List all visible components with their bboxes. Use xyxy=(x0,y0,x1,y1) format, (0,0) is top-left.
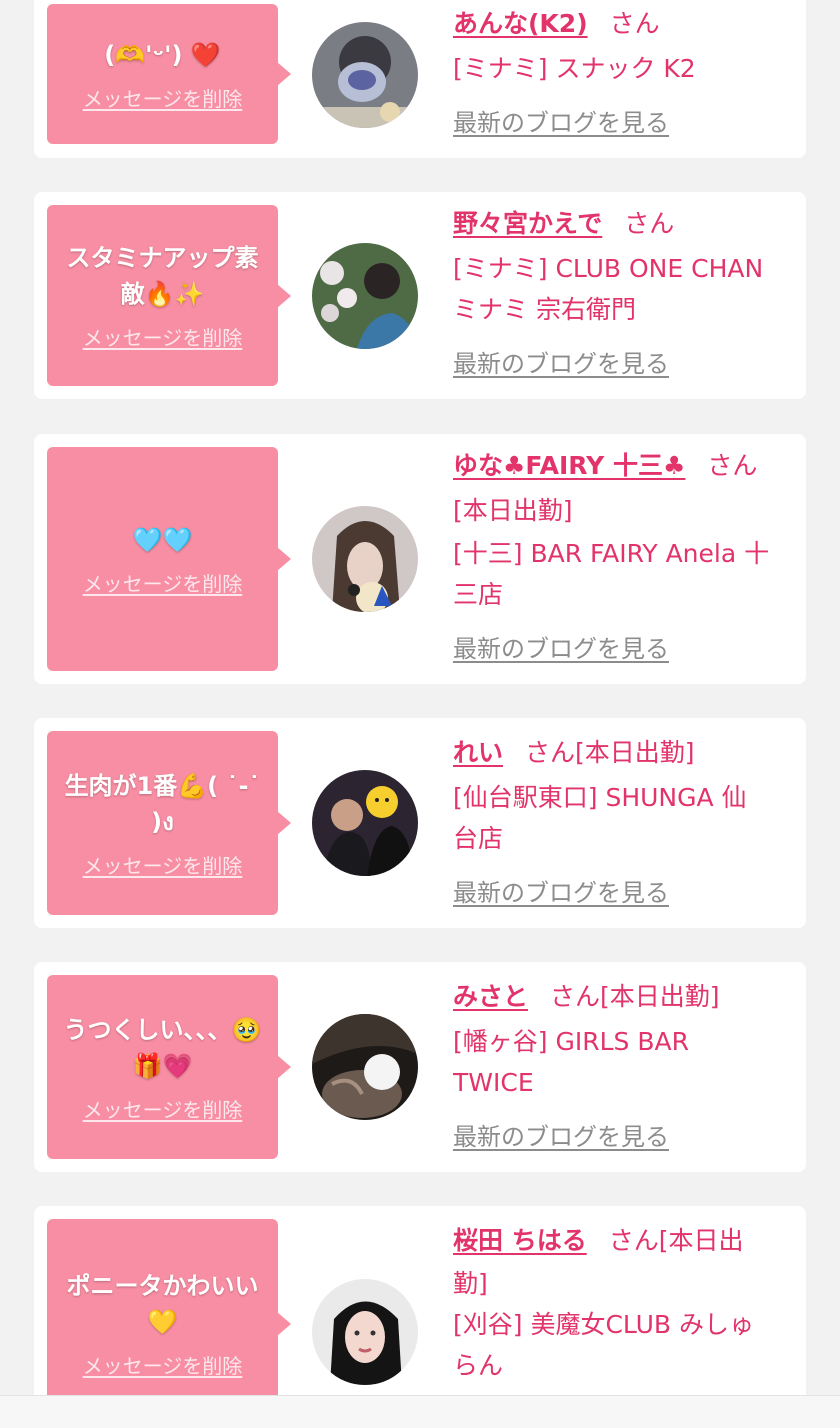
honorific: さん xyxy=(550,982,601,1011)
message-bubble: (🫶'ᵕ') ❤️ メッセージを削除 xyxy=(47,4,278,144)
cast-name-link[interactable]: れい xyxy=(453,738,503,767)
shop-line: 台店 xyxy=(453,824,504,853)
message-card: うつくしい、、、🥹🎁💗 メッセージを削除 みさと さん[本日出勤] [幡ヶ谷] G… xyxy=(34,962,806,1172)
honorific: さん xyxy=(525,738,576,767)
cast-name-link[interactable]: ゆな♣FAIRY 十三♣ xyxy=(453,451,685,480)
message-card: 生肉が1番💪( ˙-˙ )ง メッセージを削除 れい さん[本日出勤] [仙台駅東… xyxy=(34,718,806,928)
message-text: (🫶'ᵕ') ❤️ xyxy=(104,40,221,69)
delete-message-link[interactable]: メッセージを削除 xyxy=(83,850,243,879)
shop-line: [十三] BAR FAIRY Anela 十 xyxy=(453,539,770,568)
message-bubble: うつくしい、、、🥹🎁💗 メッセージを削除 xyxy=(47,975,278,1159)
cast-name-link[interactable]: あんな(K2) xyxy=(453,9,588,38)
cast-avatar[interactable] xyxy=(312,1279,418,1385)
cast-name-link[interactable]: 野々宮かえで xyxy=(453,209,602,238)
message-text: 生肉が1番💪( ˙-˙ )ง xyxy=(64,771,261,836)
honorific: さん xyxy=(624,209,675,238)
message-text: 🩵🩵 xyxy=(132,525,193,554)
bottom-toolbar xyxy=(0,1395,840,1428)
shop-line: ミナミ 宗右衛門 xyxy=(453,295,636,324)
delete-message-link[interactable]: メッセージを削除 xyxy=(83,568,243,597)
latest-blog-link[interactable]: 最新のブログを見る xyxy=(453,344,669,379)
message-bubble: 生肉が1番💪( ˙-˙ )ง メッセージを削除 xyxy=(47,731,278,915)
shop-line: [ミナミ] CLUB ONE CHAN xyxy=(453,254,764,283)
cast-avatar[interactable] xyxy=(312,770,418,876)
cast-name-link[interactable]: みさと xyxy=(453,982,528,1011)
shop-line: らん xyxy=(453,1351,504,1380)
latest-blog-link[interactable]: 最新のブログを見る xyxy=(453,103,669,138)
latest-blog-link[interactable]: 最新のブログを見る xyxy=(453,873,669,908)
shop-line: TWICE xyxy=(453,1068,534,1097)
shop-line: 三店 xyxy=(453,580,504,609)
cast-info: れい さん[本日出勤] [仙台駅東口] SHUNGA 仙 台店 最新のブログを見る xyxy=(453,733,798,908)
status-line: [本日出勤] xyxy=(453,496,573,525)
cast-avatar[interactable] xyxy=(312,22,418,128)
latest-blog-link[interactable]: 最新のブログを見る xyxy=(453,1117,669,1152)
message-text: うつくしい、、、🥹🎁💗 xyxy=(63,1015,262,1080)
status-suffix: [本日出勤] xyxy=(575,738,695,767)
cast-info: 野々宮かえで さん [ミナミ] CLUB ONE CHAN ミナミ 宗右衛門 最新… xyxy=(453,204,798,379)
cast-name-link[interactable]: 桜田 ちはる xyxy=(453,1226,587,1255)
cast-avatar[interactable] xyxy=(312,1014,418,1120)
cast-avatar[interactable] xyxy=(312,243,418,349)
message-bubble: 🩵🩵 メッセージを削除 xyxy=(47,447,278,671)
delete-message-link[interactable]: メッセージを削除 xyxy=(83,322,243,351)
cast-avatar[interactable] xyxy=(312,506,418,612)
message-card: (🫶'ᵕ') ❤️ メッセージを削除 あんな(K2) さん [ミナミ] スナック … xyxy=(34,0,806,158)
cast-info: みさと さん[本日出勤] [幡ヶ谷] GIRLS BAR TWICE 最新のブログ… xyxy=(453,977,798,1152)
status-suffix: [本日出勤] xyxy=(600,982,720,1011)
status-line: 勤] xyxy=(453,1269,488,1298)
shop-line: [刈谷] 美魔女CLUB みしゅ xyxy=(453,1310,754,1339)
message-card: 🩵🩵 メッセージを削除 ゆな♣FAIRY 十三♣ さん [本日出勤] [十三] B… xyxy=(34,434,806,684)
shop-line: [ミナミ] スナック K2 xyxy=(453,54,696,83)
cast-info: あんな(K2) さん [ミナミ] スナック K2 最新のブログを見る xyxy=(453,4,798,138)
shop-line: [幡ヶ谷] GIRLS BAR xyxy=(453,1027,689,1056)
shop-line: [仙台駅東口] SHUNGA 仙 xyxy=(453,783,747,812)
honorific: さん xyxy=(608,1226,659,1255)
honorific: さん xyxy=(707,451,758,480)
status-suffix: [本日出 xyxy=(658,1226,744,1255)
message-text: ポニータかわいい💛 xyxy=(66,1272,259,1336)
message-bubble: スタミナアップ素敵🔥✨ メッセージを削除 xyxy=(47,205,278,386)
cast-info: 桜田 ちはる さん[本日出 勤] [刈谷] 美魔女CLUB みしゅ らん xyxy=(453,1221,798,1386)
latest-blog-link[interactable]: 最新のブログを見る xyxy=(453,629,669,664)
message-text: スタミナアップ素敵🔥✨ xyxy=(66,244,259,308)
honorific: さん xyxy=(609,9,660,38)
cast-info: ゆな♣FAIRY 十三♣ さん [本日出勤] [十三] BAR FAIRY Ane… xyxy=(453,446,798,664)
message-card: スタミナアップ素敵🔥✨ メッセージを削除 野々宮かえで さん [ミナミ] CLUB… xyxy=(34,192,806,399)
delete-message-link[interactable]: メッセージを削除 xyxy=(83,83,243,112)
delete-message-link[interactable]: メッセージを削除 xyxy=(83,1094,243,1123)
delete-message-link[interactable]: メッセージを削除 xyxy=(83,1350,243,1379)
